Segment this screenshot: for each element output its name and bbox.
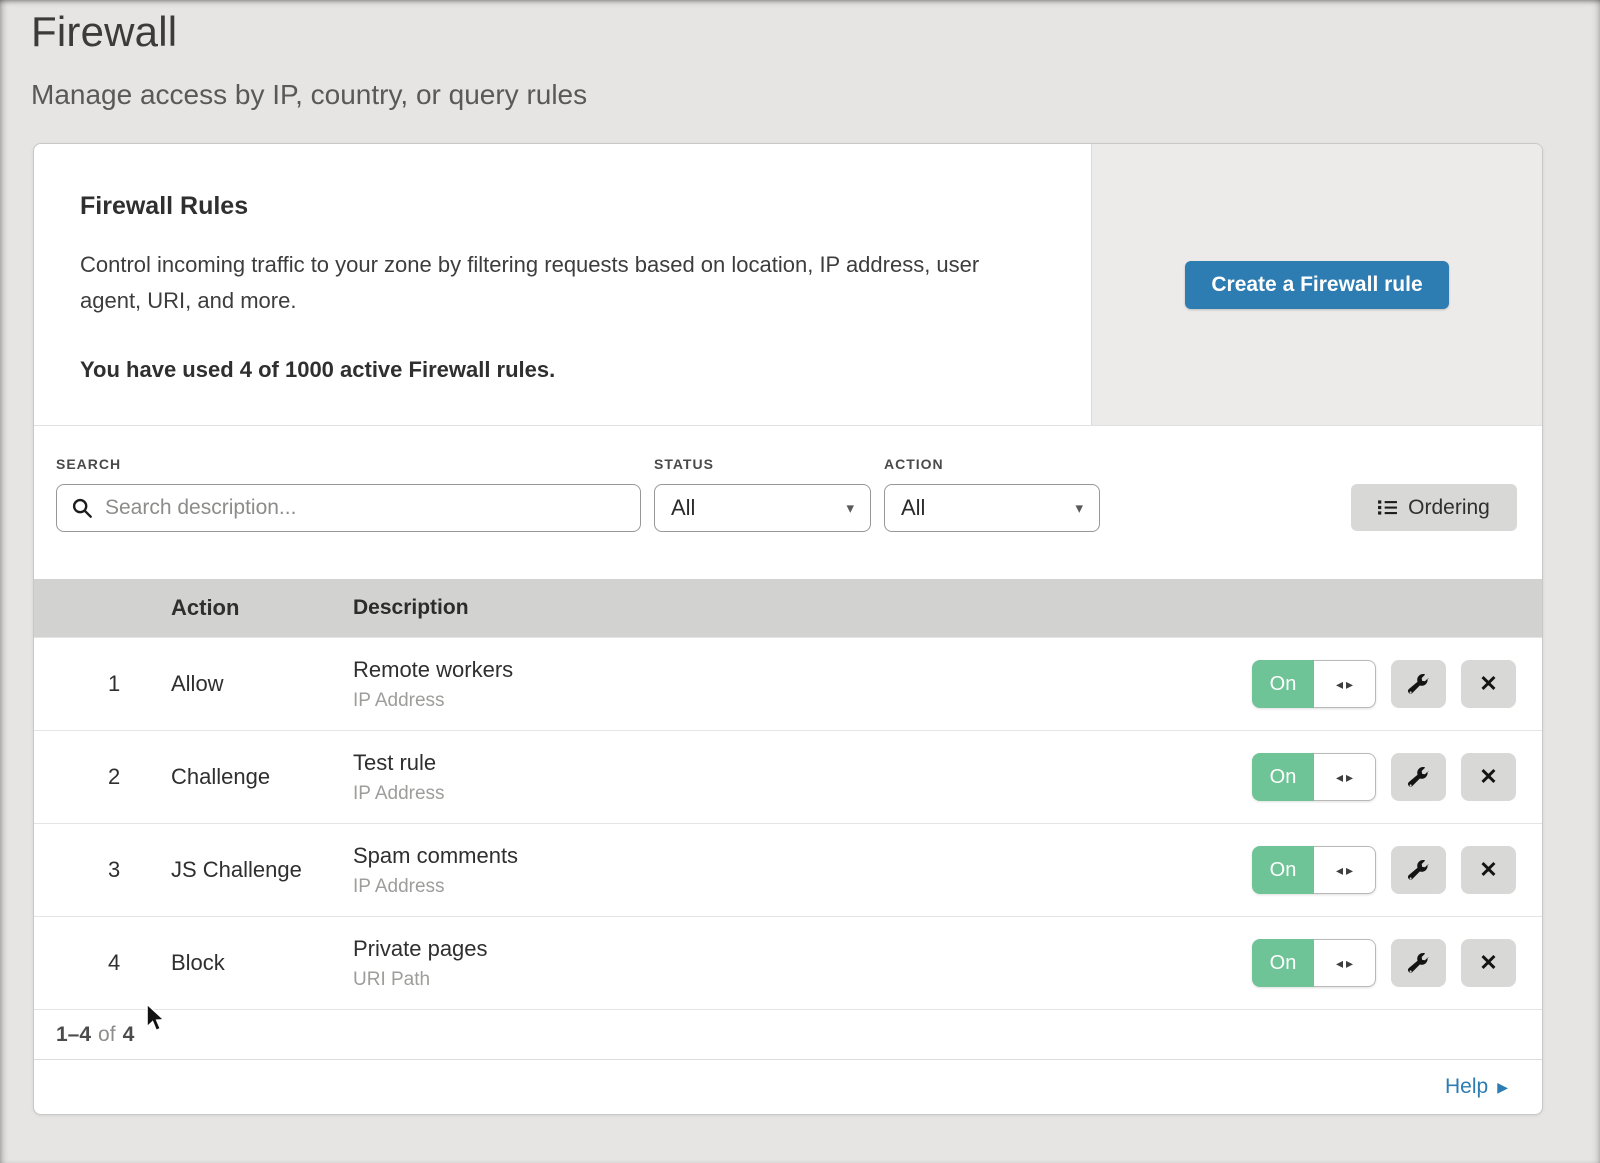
rule-description: Remote workers xyxy=(353,657,1252,683)
status-select[interactable]: All ▾ xyxy=(654,484,871,532)
wrench-icon xyxy=(1408,674,1429,695)
rule-priority: 3 xyxy=(34,857,171,883)
table-row: 3 JS Challenge Spam comments IP Address … xyxy=(34,823,1542,916)
ordering-button[interactable]: Ordering xyxy=(1351,484,1517,531)
wrench-icon xyxy=(1408,953,1429,974)
action-select[interactable]: All ▾ xyxy=(884,484,1100,532)
card-footer: Help ▶ xyxy=(34,1059,1542,1114)
rule-description-cell: Private pages URI Path xyxy=(353,936,1252,991)
pagination-range: 1–4 xyxy=(56,1023,91,1047)
table-row: 2 Challenge Test rule IP Address On ◂▸ ✕ xyxy=(34,730,1542,823)
close-icon: ✕ xyxy=(1479,857,1497,883)
rule-priority: 2 xyxy=(34,764,171,790)
edit-rule-button[interactable] xyxy=(1391,939,1446,987)
table-row: 4 Block Private pages URI Path On ◂▸ ✕ xyxy=(34,916,1542,1009)
action-label: ACTION xyxy=(884,456,1100,472)
description-column-header: Description xyxy=(353,596,1252,620)
rule-action: JS Challenge xyxy=(171,857,353,883)
rule-controls: On ◂▸ ✕ xyxy=(1252,660,1542,708)
pagination-of: of xyxy=(98,1023,116,1047)
table-header: Action Description xyxy=(34,579,1542,637)
chevron-down-icon: ▾ xyxy=(1075,499,1083,517)
search-input-wrap xyxy=(56,484,641,532)
rule-description-cell: Test rule IP Address xyxy=(353,750,1252,805)
page-title: Firewall xyxy=(31,8,177,56)
search-label: SEARCH xyxy=(56,456,641,472)
status-select-value: All xyxy=(671,495,695,521)
usage-note: You have used 4 of 1000 active Firewall … xyxy=(80,357,1051,383)
search-input[interactable] xyxy=(56,484,641,532)
edit-rule-button[interactable] xyxy=(1391,846,1446,894)
filters-bar: SEARCH STATUS All ▾ ACTION xyxy=(34,426,1542,579)
close-icon: ✕ xyxy=(1479,671,1497,697)
intro-text-block: Firewall Rules Control incoming traffic … xyxy=(34,144,1091,425)
rule-match-type: IP Address xyxy=(353,876,1252,898)
toggle-on-label: On xyxy=(1252,846,1314,894)
toggle-on-label: On xyxy=(1252,753,1314,801)
rule-description: Private pages xyxy=(353,936,1252,962)
page-subtitle: Manage access by IP, country, or query r… xyxy=(31,79,587,111)
wrench-icon xyxy=(1408,767,1429,788)
status-label: STATUS xyxy=(654,456,871,472)
pagination: 1–4 of 4 xyxy=(34,1009,1542,1059)
delete-rule-button[interactable]: ✕ xyxy=(1461,846,1516,894)
rule-description: Test rule xyxy=(353,750,1252,776)
ordering-button-label: Ordering xyxy=(1408,496,1490,520)
wrench-icon xyxy=(1408,860,1429,881)
create-rule-panel: Create a Firewall rule xyxy=(1091,144,1542,425)
search-filter-group: SEARCH xyxy=(56,456,641,579)
toggle-arrows-icon: ◂▸ xyxy=(1314,753,1376,801)
search-icon xyxy=(71,497,93,519)
action-filter-group: ACTION All ▾ xyxy=(884,456,1100,579)
chevron-down-icon: ▾ xyxy=(846,499,854,517)
rule-match-type: URI Path xyxy=(353,969,1252,991)
rule-action: Challenge xyxy=(171,764,353,790)
rule-enabled-toggle[interactable]: On ◂▸ xyxy=(1252,846,1376,894)
toggle-arrows-icon: ◂▸ xyxy=(1314,660,1376,708)
ordering-list-icon xyxy=(1378,499,1397,516)
status-filter-group: STATUS All ▾ xyxy=(654,456,871,579)
rule-match-type: IP Address xyxy=(353,690,1252,712)
section-heading: Firewall Rules xyxy=(80,192,1051,221)
firewall-rules-card: Firewall Rules Control incoming traffic … xyxy=(33,143,1543,1115)
table-row: 1 Allow Remote workers IP Address On ◂▸ … xyxy=(34,637,1542,730)
rule-match-type: IP Address xyxy=(353,783,1252,805)
rule-controls: On ◂▸ ✕ xyxy=(1252,753,1542,801)
delete-rule-button[interactable]: ✕ xyxy=(1461,660,1516,708)
rule-priority: 1 xyxy=(34,671,171,697)
toggle-on-label: On xyxy=(1252,660,1314,708)
rule-priority: 4 xyxy=(34,950,171,976)
edit-rule-button[interactable] xyxy=(1391,660,1446,708)
help-link-label: Help xyxy=(1445,1075,1488,1099)
create-firewall-rule-button[interactable]: Create a Firewall rule xyxy=(1185,261,1448,309)
close-icon: ✕ xyxy=(1479,950,1497,976)
rule-enabled-toggle[interactable]: On ◂▸ xyxy=(1252,939,1376,987)
action-column-header: Action xyxy=(171,595,353,621)
delete-rule-button[interactable]: ✕ xyxy=(1461,753,1516,801)
rule-description-cell: Remote workers IP Address xyxy=(353,657,1252,712)
rule-description-cell: Spam comments IP Address xyxy=(353,843,1252,898)
action-select-value: All xyxy=(901,495,925,521)
pagination-total: 4 xyxy=(123,1023,135,1047)
rule-description: Spam comments xyxy=(353,843,1252,869)
close-icon: ✕ xyxy=(1479,764,1497,790)
toggle-arrows-icon: ◂▸ xyxy=(1314,846,1376,894)
rule-controls: On ◂▸ ✕ xyxy=(1252,846,1542,894)
toggle-arrows-icon: ◂▸ xyxy=(1314,939,1376,987)
delete-rule-button[interactable]: ✕ xyxy=(1461,939,1516,987)
section-description: Control incoming traffic to your zone by… xyxy=(80,247,1025,319)
rule-controls: On ◂▸ ✕ xyxy=(1252,939,1542,987)
toggle-on-label: On xyxy=(1252,939,1314,987)
rule-enabled-toggle[interactable]: On ◂▸ xyxy=(1252,660,1376,708)
firewall-page: Firewall Manage access by IP, country, o… xyxy=(0,0,1600,1163)
firewall-rules-intro-section: Firewall Rules Control incoming traffic … xyxy=(34,144,1542,426)
help-link[interactable]: Help ▶ xyxy=(1445,1075,1508,1099)
rule-action: Allow xyxy=(171,671,353,697)
arrow-right-icon: ▶ xyxy=(1497,1079,1508,1096)
rule-enabled-toggle[interactable]: On ◂▸ xyxy=(1252,753,1376,801)
edit-rule-button[interactable] xyxy=(1391,753,1446,801)
rule-action: Block xyxy=(171,950,353,976)
